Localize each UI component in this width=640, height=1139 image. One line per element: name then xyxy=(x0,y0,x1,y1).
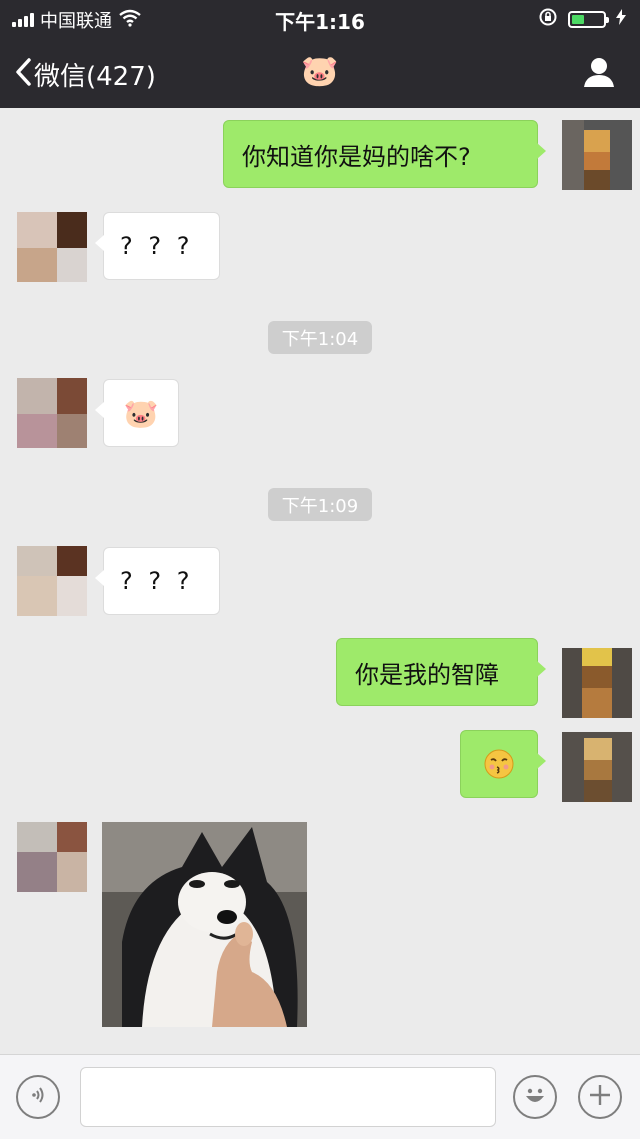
kissing-face-emoji: 😚 xyxy=(484,749,514,779)
voice-icon xyxy=(27,1084,49,1110)
message-bubble-sent[interactable]: 你是我的智障 xyxy=(336,638,546,706)
chat-area[interactable]: 你知道你是妈的啥不? ? ? ? 下午1:04 🐷 下午1:09 ? ? ? 你… xyxy=(0,108,640,1054)
chat-title: 🐷 xyxy=(301,54,339,89)
input-bar xyxy=(0,1054,640,1139)
battery-icon xyxy=(568,11,609,28)
message-bubble-received[interactable]: ? ? ? xyxy=(95,547,220,615)
avatar-contact[interactable] xyxy=(17,546,87,616)
message-bubble-sent[interactable]: 😚 xyxy=(460,730,546,798)
plus-icon xyxy=(588,1083,612,1111)
message-text: 你是我的智障 xyxy=(355,660,499,689)
avatar-me[interactable] xyxy=(562,732,632,802)
message-text: ? ? ? xyxy=(120,232,194,260)
avatar-contact[interactable] xyxy=(17,378,87,448)
avatar-me[interactable] xyxy=(562,648,632,718)
nav-bar: 微信(427) 🐷 xyxy=(0,40,640,104)
avatar-contact[interactable] xyxy=(17,212,87,282)
husky-photo[interactable] xyxy=(102,822,307,1027)
voice-button[interactable] xyxy=(16,1075,60,1119)
message-input[interactable] xyxy=(80,1067,496,1127)
message-bubble-sent[interactable]: 你知道你是妈的啥不? xyxy=(223,120,546,188)
more-button[interactable] xyxy=(578,1075,622,1119)
message-text: ? ? ? xyxy=(120,567,194,595)
pig-emoji: 🐷 xyxy=(123,396,159,430)
avatar-contact[interactable] xyxy=(17,822,87,892)
emoji-button[interactable] xyxy=(513,1075,557,1119)
message-bubble-received[interactable]: ? ? ? xyxy=(95,212,220,280)
smiley-icon xyxy=(520,1080,550,1114)
message-bubble-received[interactable]: 🐷 xyxy=(95,379,179,447)
message-text: 你知道你是妈的啥不? xyxy=(242,142,471,171)
rotation-lock-icon xyxy=(538,7,558,32)
status-bar: 中国联通 下午1:16 xyxy=(0,0,640,36)
timestamp: 下午1:04 xyxy=(268,321,372,354)
top-bar: 中国联通 下午1:16 微信(427) 🐷 xyxy=(0,0,640,108)
charging-icon xyxy=(616,9,626,30)
profile-icon[interactable] xyxy=(582,56,616,88)
timestamp: 下午1:09 xyxy=(268,488,372,521)
avatar-me[interactable] xyxy=(562,120,632,190)
